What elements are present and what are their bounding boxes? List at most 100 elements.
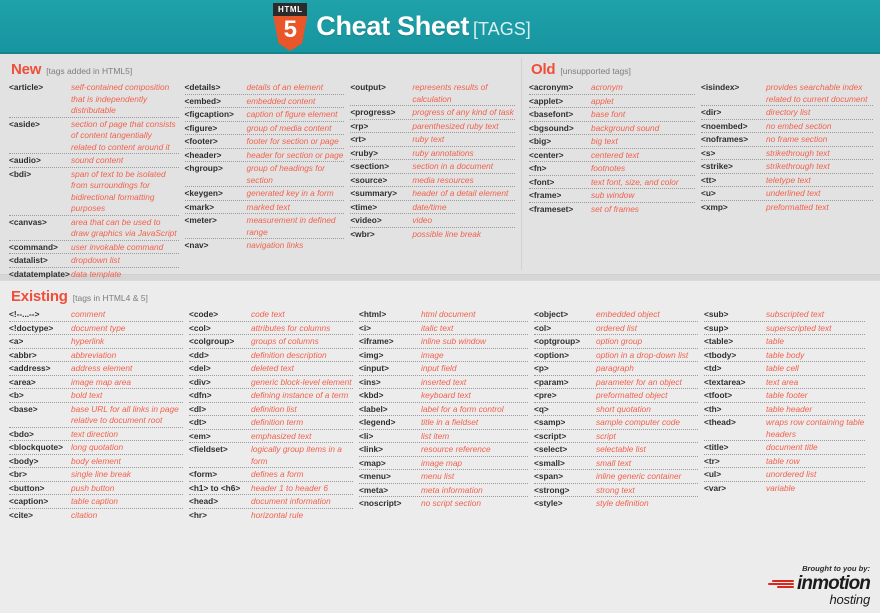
tag-row: <noembed> no embed section bbox=[701, 120, 873, 133]
tag-name: <xmp> bbox=[701, 201, 728, 212]
tag-description: abbreviation bbox=[71, 349, 117, 360]
section-existing: Existing [tags in HTML4 & 5] <!--...--> c… bbox=[0, 281, 880, 613]
tag-row: <cite> citation bbox=[9, 509, 183, 522]
tag-description: menu list bbox=[421, 471, 455, 481]
tag-row: <audio> sound content bbox=[9, 154, 179, 168]
tag-row: <map> image map bbox=[359, 457, 528, 470]
tag-name: <frame> bbox=[529, 190, 562, 200]
tag-name: <div> bbox=[189, 376, 211, 387]
tag-row: <isindex> provides searchable index relat… bbox=[701, 81, 873, 106]
tag-row: <tfoot> table footer bbox=[704, 389, 865, 403]
tag-description: embedded object bbox=[596, 309, 660, 319]
tag-description: deleted text bbox=[251, 363, 294, 373]
column-old-1: <acronym> acronym <applet> applet <basefont>… bbox=[529, 81, 701, 215]
tag-description: code text bbox=[251, 309, 285, 319]
tag-row: <xmp> preformatted text bbox=[701, 201, 873, 214]
tag-description: comment bbox=[71, 309, 106, 319]
tag-row: <tt> teletype text bbox=[701, 174, 873, 187]
tag-row: <table> table bbox=[704, 335, 865, 349]
tag-description: variable bbox=[766, 482, 796, 493]
tag-name: <noframes> bbox=[701, 134, 749, 144]
tag-description: paragraph bbox=[596, 363, 634, 373]
tag-row: <body> body element bbox=[9, 455, 183, 468]
column-existing-1: <!--...--> comment <!doctype> document type… bbox=[9, 308, 189, 521]
tag-description: inline sub window bbox=[421, 336, 487, 346]
tag-name: <address> bbox=[9, 363, 51, 373]
tag-row: <output> represents results of calculatio… bbox=[350, 81, 515, 106]
tag-name: <sup> bbox=[704, 322, 729, 333]
tag-description: details of an element bbox=[246, 82, 324, 92]
tag-description: underlined text bbox=[766, 188, 821, 198]
tag-description: italic text bbox=[421, 322, 454, 333]
section-old-heading: Old [unsupported tags] bbox=[531, 61, 879, 78]
tag-description: measurement in defined range bbox=[246, 215, 336, 237]
tag-description: base font bbox=[591, 109, 626, 119]
section-divider bbox=[521, 58, 522, 270]
tag-name: <br> bbox=[9, 469, 27, 479]
tag-row: <frameset> set of frames bbox=[529, 203, 695, 216]
tag-name: <kbd> bbox=[359, 390, 384, 400]
tag-row: <head> document information bbox=[189, 495, 353, 509]
tag-name: <font> bbox=[529, 176, 555, 187]
tag-row: <dl> definition list bbox=[189, 403, 353, 416]
tag-row: <progress> progress of any kind of task bbox=[350, 106, 515, 120]
footer-brand: Brought to you by: inmotion hosting bbox=[738, 564, 871, 607]
tag-description: text direction bbox=[71, 428, 119, 439]
tag-description: bold text bbox=[71, 390, 103, 400]
page-title: Cheat Sheet [TAGS] bbox=[316, 11, 530, 42]
tag-row: <canvas> area that can be used to draw gr… bbox=[9, 216, 179, 241]
tag-description: footer for section or page bbox=[246, 136, 339, 146]
tag-row: <time> date/time bbox=[350, 201, 515, 214]
tag-row: <datalist> dropdown list bbox=[9, 254, 179, 268]
tag-name: <title> bbox=[704, 442, 729, 452]
tag-description: small text bbox=[596, 457, 632, 468]
tag-name: <datalist> bbox=[9, 255, 48, 265]
tag-name: <summary> bbox=[350, 188, 397, 198]
tag-row: <del> deleted text bbox=[189, 362, 353, 376]
tag-description: keyboard text bbox=[421, 390, 471, 400]
tag-row: <base> base URL for all links in page rel… bbox=[9, 403, 183, 428]
tag-description: embedded content bbox=[246, 95, 316, 106]
tag-name: <strong> bbox=[534, 484, 570, 495]
tag-row: <applet> applet bbox=[529, 95, 695, 108]
tag-row: <code> code text bbox=[189, 308, 353, 322]
tag-name: <rp> bbox=[350, 120, 369, 131]
tag-name: <input> bbox=[359, 363, 389, 373]
tag-name: <dir> bbox=[701, 107, 722, 117]
tag-name: <bgsound> bbox=[529, 122, 574, 133]
tag-row: <source> media resources bbox=[350, 174, 515, 187]
tag-name: <applet> bbox=[529, 95, 564, 106]
tag-description: document information bbox=[251, 496, 331, 506]
tag-row: <figure> group of media content bbox=[184, 122, 345, 135]
tag-row: <!doctype> document type bbox=[9, 322, 183, 335]
tag-row: <param> parameter for an object bbox=[534, 376, 698, 389]
tag-description: document type bbox=[71, 322, 126, 333]
tag-row: <label> label for a form control bbox=[359, 403, 528, 416]
tag-name: <del> bbox=[189, 363, 211, 373]
tag-description: groups of columns bbox=[251, 336, 319, 346]
tag-name: <hr> bbox=[189, 509, 207, 520]
tag-description: parenthesized ruby text bbox=[412, 120, 499, 131]
tag-name: <embed> bbox=[184, 95, 221, 106]
tag-name: <cite> bbox=[9, 509, 33, 520]
tag-name: <output> bbox=[350, 82, 386, 92]
tag-description: media resources bbox=[412, 174, 474, 185]
tag-row: <style> style definition bbox=[534, 497, 698, 510]
tag-description: subscripted text bbox=[766, 309, 825, 319]
tag-row: <title> document title bbox=[704, 441, 865, 455]
tag-row: <link> resource reference bbox=[359, 443, 528, 457]
tag-description: text area bbox=[766, 376, 799, 387]
tag-description: list item bbox=[421, 430, 450, 441]
tag-description: hyperlink bbox=[71, 336, 105, 346]
tag-description: user invokable command bbox=[71, 241, 164, 252]
tag-row: <script> script bbox=[534, 430, 698, 443]
tag-name: <caption> bbox=[9, 496, 49, 506]
tag-description: attributes for columns bbox=[251, 322, 331, 333]
tag-name: <datatemplate> bbox=[9, 268, 70, 279]
tag-description: set of frames bbox=[591, 203, 639, 214]
section-new-columns: <article> self-contained composition that… bbox=[9, 81, 521, 280]
tag-name: <small> bbox=[534, 457, 565, 468]
tag-description: defining instance of a term bbox=[251, 390, 349, 400]
tag-description: meta information bbox=[421, 484, 483, 495]
section-existing-title: Existing bbox=[11, 288, 68, 305]
